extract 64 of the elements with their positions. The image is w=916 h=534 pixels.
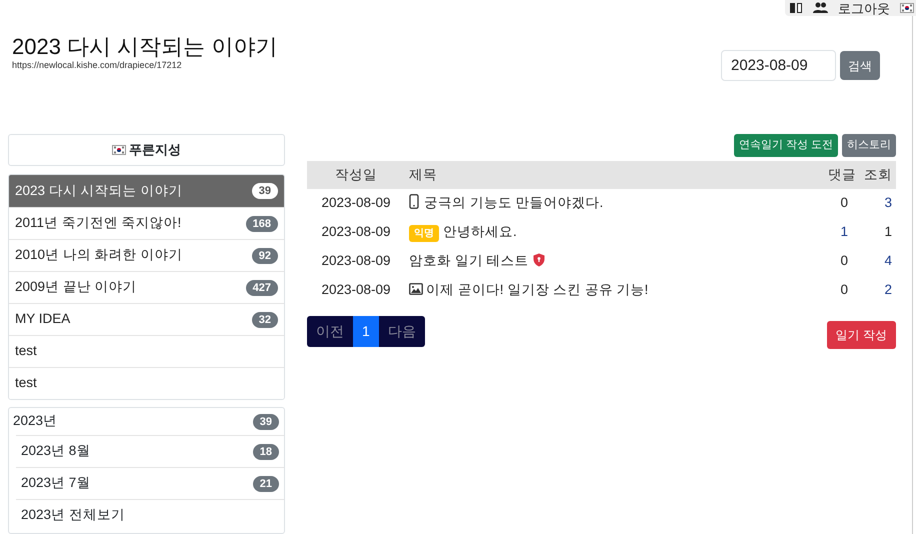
view-count: 4 — [883, 252, 893, 270]
diary-name: 2023 다시 시작되는 이야기 — [15, 182, 182, 200]
page-button[interactable]: 다음 — [378, 316, 425, 347]
archive-item[interactable]: 2023년 8월 18 — [16, 435, 284, 467]
diary-name: 2011년 죽기전엔 죽지않아! — [15, 214, 182, 232]
profile-name: 푸른지성 — [129, 141, 181, 160]
date-cell-text: 2023-08-09 — [320, 223, 392, 242]
count-badge: 427 — [246, 280, 278, 296]
count-badge: 18 — [252, 444, 279, 460]
diary-name: 2009년 끝난 이야기 — [15, 278, 137, 296]
column-header: 조회 — [856, 161, 896, 189]
search-button[interactable]: 검색 — [840, 51, 880, 80]
date-cell-text: 2023-08-09 — [320, 281, 392, 300]
view-count: 1 — [883, 223, 893, 242]
column-header: 작성일 — [307, 161, 405, 189]
column-header: 댓글 — [816, 161, 856, 189]
count-badge: 21 — [252, 476, 279, 492]
anonymous-badge: 익명 — [409, 225, 439, 242]
page-button[interactable]: 이전 — [307, 316, 353, 347]
count-badge: 92 — [252, 248, 278, 264]
archive-label: 2023년 8월 — [21, 442, 90, 460]
book-icon[interactable] — [789, 2, 803, 14]
count-badge: 32 — [252, 312, 278, 328]
date-field[interactable]: 2023-08-09 — [721, 50, 836, 81]
date-cell: 2023-08-09 — [307, 189, 405, 218]
view-count: 2 — [883, 281, 893, 300]
archive-label: 2023년 7월 — [21, 474, 90, 492]
view-count: 3 — [856, 189, 896, 218]
comment-count: 0 — [839, 281, 849, 300]
date-cell-text: 2023-08-09 — [320, 252, 392, 270]
flag-icon — [900, 3, 914, 13]
diary-name: test — [15, 342, 37, 360]
shield-icon — [532, 253, 545, 268]
page-url: https://newlocal.kishe.com/drapiece/17212 — [12, 60, 183, 70]
comment-count: 0 — [816, 189, 856, 218]
archive-item[interactable]: 2023년 전체보기 — [16, 499, 284, 531]
diary-name: MY IDEA — [15, 310, 70, 328]
image-icon — [409, 283, 423, 296]
archive-item[interactable]: 2023년 7월 21 — [16, 467, 284, 499]
count-badge: 39 — [252, 183, 278, 199]
diary-name: 2010년 나의 화려한 이야기 — [15, 246, 182, 264]
diary-name: test — [15, 374, 37, 392]
post-title-link[interactable]: 암호화 일기 테스트 — [409, 253, 529, 268]
post-title-link[interactable]: 안녕하세요. — [443, 224, 517, 240]
challenge-button[interactable]: 연속일기 작성 도전 — [734, 134, 838, 157]
diary-item[interactable]: 2023 다시 시작되는 이야기 39 — [9, 175, 284, 207]
archive-label: 2023년 전체보기 — [21, 506, 125, 524]
comment-count: 1 — [839, 223, 849, 242]
write-button[interactable]: 일기 작성 — [826, 321, 896, 349]
comment-count: 0 — [839, 252, 849, 270]
archive-item[interactable]: 2023년 39 — [9, 408, 284, 435]
post-title-link[interactable]: 이제 곧이다! 일기장 스킨 공유 기능! — [426, 282, 648, 298]
count-badge: 39 — [252, 414, 279, 430]
archive-label: 2023년 — [13, 412, 58, 430]
page-button[interactable]: 1 — [353, 316, 379, 347]
flag-icon — [112, 145, 126, 155]
page-title: 2023 다시 시작되는 이야기 — [12, 34, 278, 60]
post-title-link[interactable]: 궁극의 기능도 만들어야겠다. — [424, 195, 604, 210]
diary-item[interactable]: test — [9, 367, 284, 399]
history-button[interactable]: 히스토리 — [842, 134, 896, 157]
phone-icon — [409, 194, 419, 210]
column-header: 제목 — [405, 161, 816, 189]
people-icon[interactable] — [813, 2, 828, 14]
count-badge: 168 — [246, 216, 278, 232]
